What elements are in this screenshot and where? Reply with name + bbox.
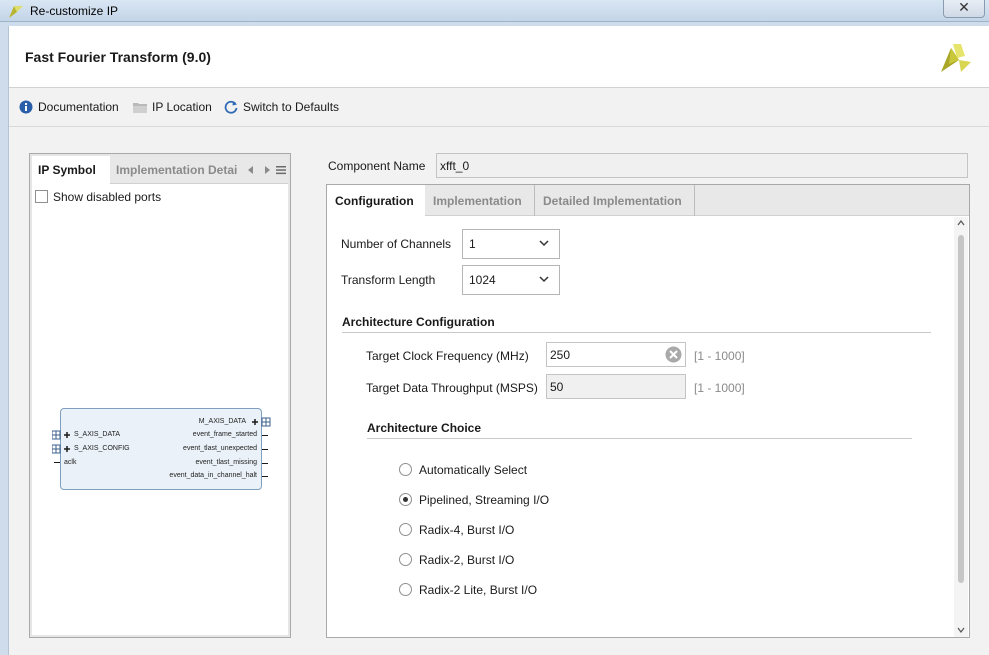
radio-pipelined-streaming[interactable] <box>399 493 412 506</box>
clock-frequency-input[interactable]: 250 <box>546 342 686 367</box>
dialog-header: Fast Fourier Transform (9.0) <box>9 26 989 88</box>
tab-implementation[interactable]: Implementation <box>425 185 535 216</box>
ip-location-label: IP Location <box>152 100 212 114</box>
folder-icon <box>133 103 147 113</box>
data-throughput-input[interactable]: 50 <box>546 374 686 399</box>
radio-radix4-burst[interactable] <box>399 523 412 536</box>
port-s-axis-data: S_AXIS_DATA <box>74 431 121 438</box>
option-pipelined-streaming-label: Pipelined, Streaming I/O <box>419 493 550 507</box>
port-aclk: aclk <box>64 459 77 466</box>
component-name-label: Component Name <box>328 159 426 173</box>
info-icon <box>19 100 33 114</box>
component-name-field[interactable]: xfft_0 <box>436 153 968 178</box>
show-disabled-ports-label: Show disabled ports <box>53 190 162 204</box>
transform-length-value: 1024 <box>469 273 496 287</box>
window-title: Re-customize IP <box>30 4 119 18</box>
channels-label: Number of Channels <box>341 237 452 251</box>
close-button[interactable]: ✕ <box>943 0 985 18</box>
radio-radix2-lite-burst[interactable] <box>399 583 412 596</box>
aclk-port-line <box>54 462 60 463</box>
clock-frequency-range: [1 - 1000] <box>694 349 745 363</box>
transform-length-select[interactable]: 1024 <box>462 265 560 295</box>
s-axis-data-port-icon <box>52 430 70 440</box>
m-axis-data-port-icon <box>252 417 271 427</box>
vertical-scrollbar[interactable] <box>954 217 968 637</box>
architecture-configuration-title: Architecture Configuration <box>342 315 495 329</box>
port-s-axis-config: S_AXIS_CONFIG <box>74 445 130 452</box>
left-tab-bar: IP Symbol Implementation Detai <box>32 156 288 184</box>
scrollbar-thumb[interactable] <box>958 235 964 583</box>
channels-select[interactable]: 1 <box>462 229 560 259</box>
clear-icon[interactable] <box>665 346 682 363</box>
option-radix2-burst-label: Radix-2, Burst I/O <box>419 553 515 567</box>
configuration-content: Number of Channels 1 Transform Length 10… <box>327 217 953 637</box>
chevron-down-icon <box>539 240 549 247</box>
scroll-down-icon[interactable] <box>957 627 965 633</box>
recustomize-ip-dialog: Fast Fourier Transform (9.0) Documentati… <box>8 26 989 655</box>
scroll-up-icon[interactable] <box>957 220 965 226</box>
port-line <box>262 435 268 436</box>
tab-detailed-implementation[interactable]: Detailed Implementation <box>535 185 695 216</box>
ip-location-button[interactable]: IP Location <box>133 100 212 114</box>
right-tab-bar: Configuration Implementation Detailed Im… <box>327 185 969 216</box>
vivado-app-icon <box>9 6 23 18</box>
tab-scroll-left-icon[interactable] <box>246 165 256 175</box>
clock-frequency-label: Target Clock Frequency (MHz) <box>366 349 529 363</box>
data-throughput-range: [1 - 1000] <box>694 381 745 395</box>
show-disabled-ports-checkbox[interactable] <box>35 190 48 203</box>
option-radix2-lite-burst-label: Radix-2 Lite, Burst I/O <box>419 583 538 597</box>
port-line <box>262 463 268 464</box>
documentation-button[interactable]: Documentation <box>19 100 119 114</box>
data-throughput-label: Target Data Throughput (MSPS) <box>366 381 538 395</box>
ip-symbol-diagram: S_AXIS_DATA S_AXIS_CONFIG aclk M_AXIS_DA… <box>50 404 290 494</box>
ip-symbol-panel: IP Symbol Implementation Detai Show disa… <box>29 153 291 638</box>
configuration-panel: Configuration Implementation Detailed Im… <box>326 184 970 638</box>
port-line <box>262 449 268 450</box>
section-divider <box>367 438 912 439</box>
port-m-axis-data: M_AXIS_DATA <box>198 418 246 425</box>
s-axis-config-port-icon <box>52 444 70 454</box>
port-event-frame-started: event_frame_started <box>192 431 257 438</box>
tab-implementation-details[interactable]: Implementation Detai <box>116 156 238 184</box>
clock-frequency-value: 250 <box>550 348 571 362</box>
option-radix4-burst-label: Radix-4, Burst I/O <box>419 523 515 537</box>
transform-length-label: Transform Length <box>341 273 436 287</box>
port-event-tlast-missing: event_tlast_missing <box>195 459 257 466</box>
option-automatically-select-label: Automatically Select <box>419 463 528 477</box>
channels-value: 1 <box>469 237 476 251</box>
port-line <box>262 476 268 477</box>
radio-radix2-burst[interactable] <box>399 553 412 566</box>
tab-ip-symbol[interactable]: IP Symbol <box>32 156 110 184</box>
chevron-down-icon <box>539 276 549 283</box>
tab-configuration[interactable]: Configuration <box>327 185 425 216</box>
ip-title: Fast Fourier Transform (9.0) <box>25 49 211 65</box>
refresh-icon <box>224 100 238 114</box>
port-event-tlast-unexpected: event_tlast_unexpected <box>183 445 257 452</box>
switch-to-defaults-button[interactable]: Switch to Defaults <box>224 100 339 114</box>
architecture-choice-title: Architecture Choice <box>367 421 482 435</box>
radio-automatically-select[interactable] <box>399 463 412 476</box>
section-divider <box>342 332 931 333</box>
toolbar: Documentation IP Location Switch to Defa… <box>9 89 989 127</box>
tab-menu-icon[interactable] <box>276 165 286 175</box>
documentation-label: Documentation <box>38 100 119 114</box>
tab-scroll-right-icon[interactable] <box>262 165 272 175</box>
switch-to-defaults-label: Switch to Defaults <box>243 100 340 114</box>
port-event-data-in-channel-halt: event_data_in_channel_halt <box>169 472 257 479</box>
xilinx-logo-icon <box>941 44 971 72</box>
window-title-bar: Re-customize IP ✕ <box>0 0 989 22</box>
